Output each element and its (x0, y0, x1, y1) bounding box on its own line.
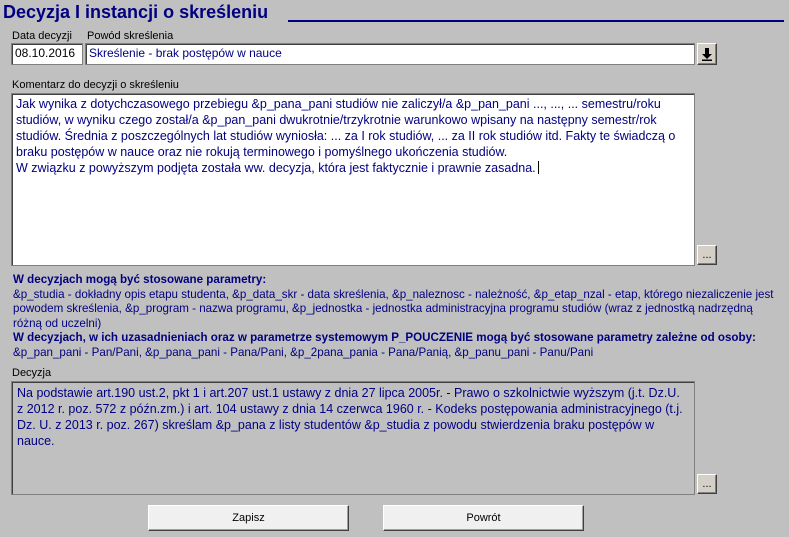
decision-text: Na podstawie art.190 ust.2, pkt 1 i art.… (17, 386, 683, 448)
comment-textarea[interactable]: Jak wynika z dotychczasowego przebiegu &… (11, 93, 695, 266)
date-label: Data decyzji (12, 30, 72, 42)
parameters-list: &p_studia - dokładny opis etapu studenta… (13, 287, 774, 330)
comment-paragraph: Jak wynika z dotychczasowego przebiegu &… (16, 97, 676, 159)
text-caret (537, 161, 539, 174)
person-parameters-heading: W decyzjach, w ich uzasadnieniach oraz w… (13, 331, 756, 344)
decision-expand-button[interactable]: ... (697, 474, 717, 494)
download-arrow-icon (701, 47, 713, 61)
save-button[interactable]: Zapisz (148, 505, 349, 531)
title-underline (288, 20, 784, 22)
window-title: Decyzja I instancji o skreśleniu (3, 2, 269, 22)
date-field[interactable]: 08.10.2016 (11, 43, 83, 65)
parameters-info: W decyzjach mogą być stosowane parametry… (13, 273, 783, 360)
decision-label: Decyzja (12, 367, 52, 379)
back-button[interactable]: Powrót (383, 505, 584, 531)
comment-expand-button[interactable]: ... (697, 245, 717, 265)
comment-paragraph: W związku z powyższym podjęta została ww… (16, 160, 690, 176)
comment-label: Komentarz do decyzji o skreśleniu (12, 79, 179, 91)
person-parameters-list: &p_pan_pani - Pan/Pani, &p_pana_pani - P… (13, 345, 594, 359)
reason-dropdown-button[interactable] (697, 43, 717, 65)
decision-textarea[interactable]: Na podstawie art.190 ust.2, pkt 1 i art.… (11, 381, 695, 495)
reason-label: Powód skreślenia (87, 30, 174, 42)
reason-field[interactable]: Skreślenie - brak postępów w nauce (85, 43, 695, 65)
parameters-heading: W decyzjach mogą być stosowane parametry… (13, 273, 267, 286)
